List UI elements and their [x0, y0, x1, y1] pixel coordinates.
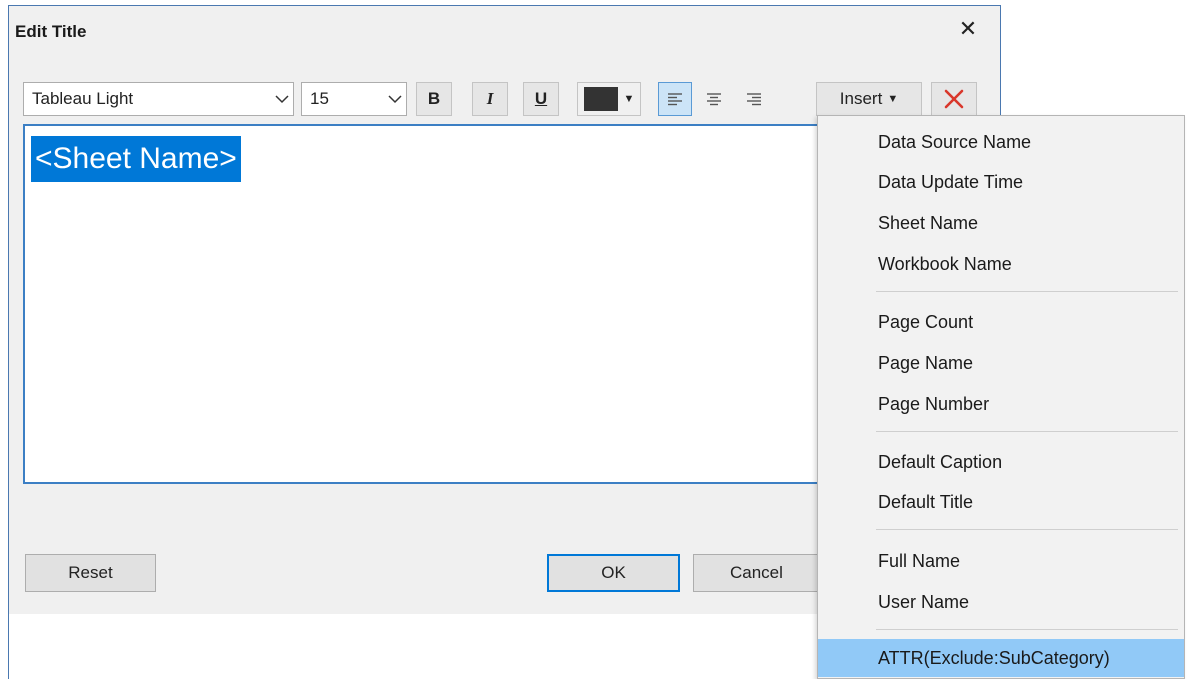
- menu-separator: [876, 629, 1178, 630]
- bold-button[interactable]: B: [416, 82, 452, 116]
- menu-separator: [876, 431, 1178, 432]
- menu-item-page-count[interactable]: Page Count: [818, 303, 1184, 341]
- insert-button[interactable]: Insert ▼: [816, 82, 922, 116]
- close-x-icon[interactable]: ✕: [955, 16, 981, 42]
- align-center-icon: [707, 93, 721, 106]
- menu-item-page-name[interactable]: Page Name: [818, 344, 1184, 382]
- menu-separator: [876, 529, 1178, 530]
- menu-item-workbook-name[interactable]: Workbook Name: [818, 245, 1184, 283]
- cancel-button[interactable]: Cancel: [693, 554, 821, 592]
- text-color-picker[interactable]: ▼: [577, 82, 641, 116]
- align-center-button[interactable]: [697, 82, 731, 116]
- screen: Edit Title ✕ Tableau Light 15 B I U ▼ In…: [0, 0, 1187, 679]
- font-family-select[interactable]: Tableau Light: [23, 82, 294, 116]
- menu-item-full-name[interactable]: Full Name: [818, 542, 1184, 580]
- italic-button[interactable]: I: [472, 82, 508, 116]
- title-editor[interactable]: <Sheet Name>: [23, 124, 823, 484]
- caret-down-icon: ▼: [623, 93, 635, 105]
- menu-item-default-caption[interactable]: Default Caption: [818, 443, 1184, 481]
- align-right-button[interactable]: [737, 82, 771, 116]
- chevron-down-icon: [384, 94, 406, 104]
- ok-button[interactable]: OK: [547, 554, 680, 592]
- clear-button[interactable]: [931, 82, 977, 116]
- menu-item-data-update-time[interactable]: Data Update Time: [818, 163, 1184, 201]
- menu-item-default-title[interactable]: Default Title: [818, 483, 1184, 521]
- menu-item-sheet-name[interactable]: Sheet Name: [818, 204, 1184, 242]
- font-size-value: 15: [310, 89, 329, 108]
- underline-button[interactable]: U: [523, 82, 559, 116]
- align-right-icon: [747, 93, 761, 106]
- align-left-icon: [668, 93, 682, 106]
- selected-sheet-name-field[interactable]: <Sheet Name>: [31, 136, 241, 182]
- dialog-title: Edit Title: [15, 22, 87, 41]
- font-size-select[interactable]: 15: [301, 82, 407, 116]
- color-swatch: [583, 87, 618, 111]
- align-left-button[interactable]: [658, 82, 692, 116]
- chevron-down-icon: [271, 94, 293, 104]
- menu-item-page-number[interactable]: Page Number: [818, 385, 1184, 423]
- caret-down-icon: ▼: [887, 93, 899, 105]
- menu-item-attr-exclude-subcategory[interactable]: ATTR(Exclude:SubCategory): [818, 639, 1184, 677]
- font-family-value: Tableau Light: [32, 89, 134, 108]
- menu-item-user-name[interactable]: User Name: [818, 583, 1184, 621]
- red-x-icon: [944, 89, 964, 109]
- menu-item-data-source-name[interactable]: Data Source Name: [818, 123, 1184, 161]
- reset-button[interactable]: Reset: [25, 554, 156, 592]
- insert-menu: Data Source Name Data Update Time Sheet …: [817, 115, 1185, 679]
- menu-separator: [876, 291, 1178, 292]
- insert-label: Insert: [839, 89, 883, 108]
